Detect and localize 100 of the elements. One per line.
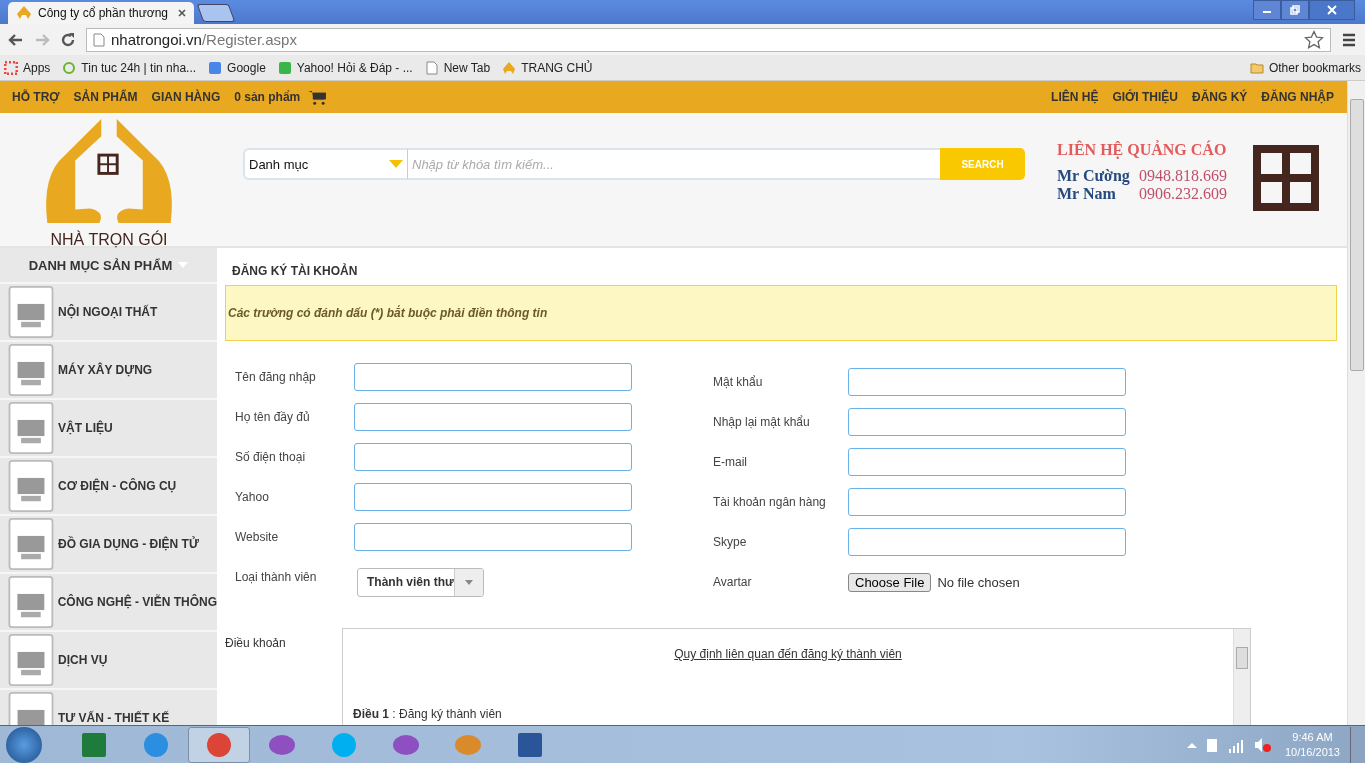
show-desktop-button[interactable] (1350, 726, 1365, 763)
sidebar-item[interactable]: CƠ ĐIỆN - CÔNG CỤ (0, 458, 217, 516)
sidebar-item[interactable]: NỘI NGOẠI THẤT (0, 284, 217, 342)
field-label: Tên đăng nhập (235, 370, 317, 384)
category-dropdown[interactable]: Danh mục (243, 148, 408, 180)
category-icon (6, 460, 56, 512)
new-tab-button[interactable] (196, 4, 236, 22)
cart-icon[interactable] (308, 89, 328, 105)
app-icon (515, 730, 545, 759)
star-icon[interactable] (1304, 29, 1324, 50)
nav-link[interactable]: ĐĂNG NHẬP (1261, 90, 1334, 104)
bookmark[interactable]: TRANG CHỦ (502, 60, 593, 75)
caret-icon (465, 579, 473, 585)
nav-link[interactable]: SẢN PHẨM (73, 90, 138, 104)
bookmark[interactable]: Tin tuc 24h | tin nha... (62, 60, 197, 75)
menu-icon[interactable] (1341, 31, 1357, 48)
category-icon (6, 402, 56, 454)
close-icon (1327, 5, 1337, 15)
search-field[interactable]: Nhập từ khóa tìm kiếm... (408, 148, 940, 180)
input-field[interactable] (848, 448, 1126, 476)
page-icon (93, 32, 105, 47)
member-type-dropdown[interactable]: Thành viên thư (357, 567, 484, 597)
choose-file-button[interactable]: Choose File (848, 572, 932, 592)
input-field[interactable] (848, 368, 1126, 396)
article-text: Điều 1 : Đăng ký thành viên (353, 707, 503, 721)
field-label: Avartar (713, 575, 753, 589)
input-field[interactable] (354, 523, 632, 551)
sidebar-item[interactable]: CÔNG NGHỆ - VIỄN THÔNG (0, 574, 217, 632)
terms-link[interactable]: Quy định liên quan đến đăng ký thành viên (674, 647, 902, 661)
address-bar[interactable]: nhatrongoi.vn/Register.aspx (86, 27, 1331, 52)
app-icon (329, 730, 359, 759)
input-field[interactable] (848, 408, 1126, 436)
field-label: Họ tên đầy đủ (235, 410, 311, 424)
input-field[interactable] (354, 483, 632, 511)
input-field[interactable] (354, 443, 632, 471)
field-label: Skype (713, 535, 748, 549)
start-button[interactable] (6, 726, 42, 763)
reload-icon[interactable] (60, 31, 76, 48)
sidebar-item[interactable]: VẬT LIỆU (0, 400, 217, 458)
minimize-button[interactable] (1253, 0, 1281, 20)
field-label: Yahoo (235, 490, 270, 504)
bookmark[interactable]: New Tab (424, 60, 491, 75)
sidebar-item[interactable]: DỊCH VỤ (0, 632, 217, 690)
input-field[interactable] (848, 528, 1126, 556)
bookmark-icon (277, 60, 292, 75)
taskbar-app[interactable] (188, 726, 250, 763)
folder-icon (1249, 60, 1264, 75)
logo-text: NHÀ TRỌN GÓI (50, 231, 168, 249)
nav-link[interactable]: LIÊN HỆ (1051, 90, 1099, 104)
field-label: Loại thành viên (235, 570, 318, 584)
contact-phone: 0948.818.669 (1139, 167, 1227, 185)
category-icon (6, 344, 56, 396)
bookmark[interactable]: Google (208, 60, 266, 75)
close-button[interactable] (1309, 0, 1355, 20)
close-icon[interactable] (178, 9, 186, 17)
bookmark[interactable]: Yahoo! Hỏi & Đáp - ... (277, 60, 413, 75)
category-icon (6, 286, 56, 338)
sidebar-title: DANH MỤC SẢN PHẨM (28, 257, 173, 273)
input-field[interactable] (848, 488, 1126, 516)
file-status: No file chosen (937, 574, 1020, 590)
sidebar-item[interactable]: MÁY XÂY DỰNG (0, 342, 217, 400)
field-label: Số điện thoại (235, 450, 307, 464)
forward-icon[interactable] (34, 31, 50, 48)
bookmark-icon (208, 60, 223, 75)
contact-phone: 0906.232.609 (1139, 185, 1227, 203)
house-hands-icon (16, 5, 32, 21)
cart-link[interactable]: 0 sản phẩm (234, 90, 301, 104)
contact-name: Mr Nam (1057, 185, 1117, 203)
input-field[interactable] (354, 403, 632, 431)
field-label: Mật khẩu (713, 375, 764, 389)
browser-tab[interactable]: Công ty cổ phần thương (8, 2, 194, 24)
category-icon (6, 576, 56, 628)
back-icon[interactable] (8, 31, 24, 48)
bookmark-icon (424, 60, 439, 75)
category-icon (6, 634, 56, 686)
bookmark-icon (502, 60, 517, 75)
sidebar-item[interactable]: ĐỒ GIA DỤNG - ĐIỆN TỬ (0, 516, 217, 574)
input-field[interactable] (354, 363, 632, 391)
nav-link[interactable]: GIỚI THIỆU (1112, 90, 1178, 104)
clock-time: 9:46 AM (1292, 729, 1333, 745)
notice-box: Các trường có đánh dấu (*) bắt buộc phải điền thông tin (225, 285, 1337, 341)
caret-icon (389, 160, 403, 168)
ad-title: LIÊN HỆ QUẢNG CÁO (1057, 141, 1228, 159)
clock-date: 10/16/2013 (1284, 744, 1340, 760)
bookmark[interactable]: Other bookmarks (1249, 60, 1361, 75)
field-label: Website (235, 530, 280, 544)
app-icon (141, 730, 171, 759)
scrollbar[interactable] (1347, 81, 1365, 725)
app-icon (204, 730, 234, 759)
nav-link[interactable]: GIAN HÀNG (151, 90, 221, 104)
form-title: ĐĂNG KÝ TÀI KHOẢN (231, 262, 359, 280)
bookmark[interactable]: Apps (4, 60, 51, 75)
category-icon (6, 518, 56, 570)
field-label: Tài khoản ngân hàng (713, 495, 827, 509)
bookmark-icon (4, 60, 18, 75)
restore-button[interactable] (1281, 0, 1309, 20)
nav-link[interactable]: ĐĂNG KÝ (1192, 90, 1248, 104)
field-label: E-mail (713, 455, 748, 469)
nav-link[interactable]: HỖ TRỢ (12, 90, 60, 104)
restore-icon (1290, 5, 1300, 15)
